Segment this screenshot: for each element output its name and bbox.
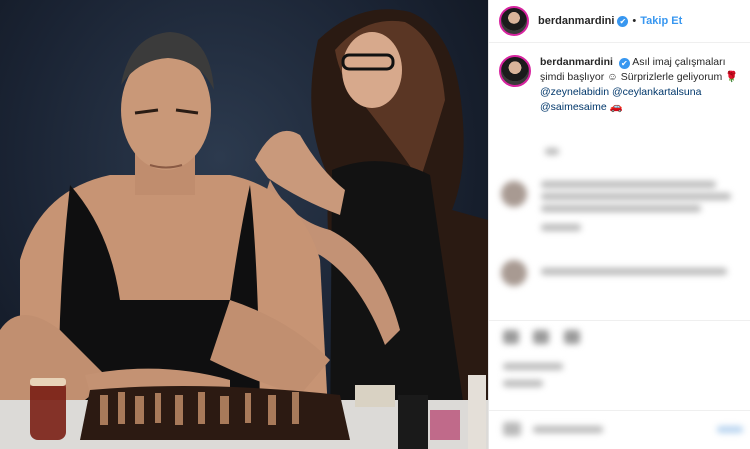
post-photo[interactable] (0, 0, 488, 449)
blurred-comment-1 (501, 181, 741, 236)
follow-button[interactable]: Takip Et (640, 15, 682, 27)
mention-saimesaime[interactable]: @saimesaime (540, 101, 607, 113)
photo-illustration (0, 9, 488, 449)
caption-text-block: berdanmardini ✔ Asıl imaj çalışmaları şi… (540, 55, 741, 115)
like-icon[interactable] (503, 330, 519, 344)
comment-box-divider (489, 410, 750, 411)
post-caption: berdanmardini ✔ Asıl imaj çalışmaları şi… (489, 43, 750, 115)
post-header: berdanmardini ✔ • Takip Et (489, 0, 750, 43)
author-avatar[interactable] (499, 6, 529, 36)
comment-icon[interactable] (533, 330, 550, 344)
post-sidebar: berdanmardini ✔ • Takip Et berdanmardini… (488, 0, 750, 449)
caption-username[interactable]: berdanmardini (540, 56, 613, 68)
blurred-avatar-1 (501, 181, 527, 207)
mention-zeynelabidin[interactable]: @zeynelabidin (540, 86, 609, 98)
verified-icon: ✔ (617, 15, 629, 27)
blurred-actions (503, 330, 743, 392)
blurred-date (503, 380, 543, 387)
caption-verified-icon: ✔ (618, 58, 630, 69)
blurred-comment-2 (501, 260, 741, 286)
actions-divider (489, 320, 750, 321)
blurred-comments (501, 148, 741, 286)
blurred-likes (503, 363, 563, 370)
mention-ceylankartalsuna[interactable]: @ceylankartalsuna (612, 86, 701, 98)
car-emoji: 🚗 (609, 101, 623, 113)
author-username[interactable]: berdanmardini (538, 15, 614, 27)
separator-dot: • (632, 15, 637, 27)
share-icon[interactable] (563, 330, 580, 344)
caption-author-avatar[interactable] (499, 55, 531, 87)
blurred-avatar-2 (501, 260, 527, 286)
blurred-comment-input[interactable] (503, 422, 743, 436)
blurred-time (545, 148, 559, 155)
